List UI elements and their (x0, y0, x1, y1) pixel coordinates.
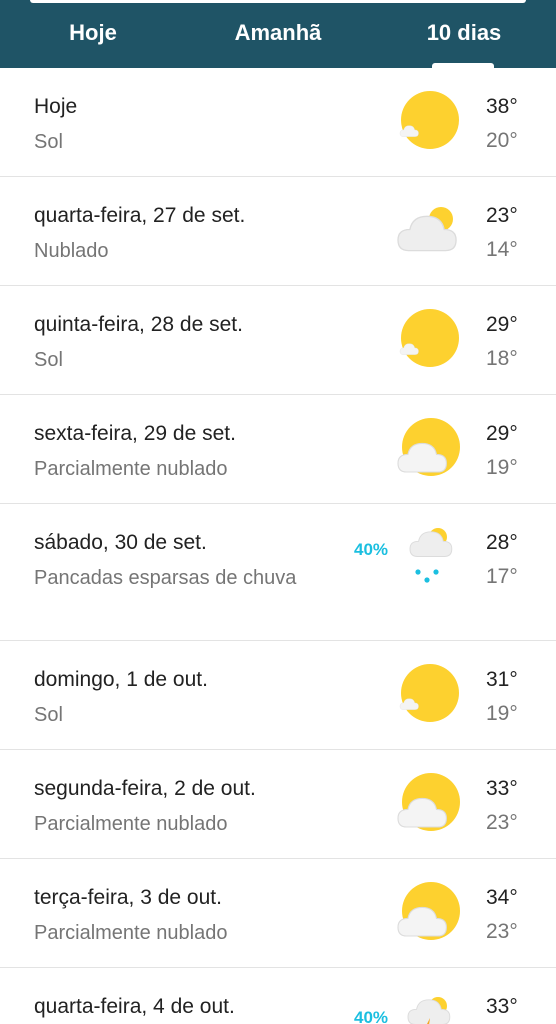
forecast-row[interactable]: terça-feira, 3 de out. Parcialmente nubla… (0, 859, 556, 968)
tab-hoje[interactable]: Hoje (48, 18, 138, 48)
high-temperature: 29° (486, 313, 518, 336)
high-temperature: 23° (486, 204, 518, 227)
high-temperature: 28° (486, 531, 518, 554)
low-temperature: 20° (486, 129, 518, 152)
forecast-row[interactable]: quarta-feira, 27 de set. Nublado 23° 14° (0, 177, 556, 286)
forecast-date: terça-feira, 3 de out. (34, 886, 222, 909)
cloudy-icon (394, 197, 464, 267)
forecast-date: segunda-feira, 2 de out. (34, 777, 256, 800)
forecast-condition: Sol (34, 704, 63, 726)
partly-cloudy-icon (394, 770, 464, 840)
forecast-row[interactable]: segunda-feira, 2 de out. Parcialmente nub… (0, 750, 556, 859)
top-edge (30, 0, 526, 3)
partly-cloudy-icon (394, 879, 464, 949)
high-temperature: 38° (486, 95, 518, 118)
thunderstorm-icon (394, 988, 464, 1024)
forecast-list: Hoje Sol 38° 20° quarta-feira, 27 de set. Nu… (0, 68, 556, 1024)
forecast-condition: Nublado (34, 240, 109, 262)
forecast-condition: Parcialmente nublado (34, 813, 228, 835)
low-temperature: 23° (486, 811, 518, 834)
low-temperature: 17° (486, 565, 518, 588)
forecast-date: quinta-feira, 28 de set. (34, 313, 243, 336)
partly-cloudy-icon (394, 415, 464, 485)
forecast-row[interactable]: Hoje Sol 38° 20° (0, 68, 556, 177)
forecast-date: sexta-feira, 29 de set. (34, 422, 236, 445)
tab-10-dias[interactable]: 10 dias (404, 18, 524, 48)
forecast-condition: Parcialmente nublado (34, 922, 228, 944)
sun-icon (394, 88, 464, 158)
forecast-date: quarta-feira, 27 de set. (34, 204, 246, 227)
forecast-date: quarta-feira, 4 de out. (34, 995, 235, 1018)
forecast-date: domingo, 1 de out. (34, 668, 208, 691)
low-temperature: 19° (486, 456, 518, 479)
sun-icon (394, 661, 464, 731)
forecast-date: sábado, 30 de set. (34, 531, 207, 554)
high-temperature: 34° (486, 886, 518, 909)
high-temperature: 33° (486, 995, 518, 1018)
forecast-condition: Parcialmente nublado (34, 458, 228, 480)
forecast-row[interactable]: sábado, 30 de set. Pancadas esparsas de c… (0, 504, 556, 641)
high-temperature: 31° (486, 668, 518, 691)
sun-icon (394, 306, 464, 376)
tab-bar: Hoje Amanhã 10 dias (0, 0, 556, 68)
precipitation-chance: 40% (354, 540, 389, 559)
low-temperature: 23° (486, 920, 518, 943)
forecast-condition: Sol (34, 131, 63, 153)
forecast-condition: Sol (34, 349, 63, 371)
forecast-row[interactable]: quinta-feira, 28 de set. Sol 29° 18° (0, 286, 556, 395)
forecast-row[interactable]: sexta-feira, 29 de set. Parcialmente nubl… (0, 395, 556, 504)
forecast-row[interactable]: quarta-feira, 4 de out. 40% 33° (0, 968, 556, 1024)
low-temperature: 19° (486, 702, 518, 725)
forecast-date: Hoje (34, 95, 78, 118)
rain-showers-icon (394, 524, 464, 594)
tab-amanha[interactable]: Amanhã (218, 18, 338, 48)
low-temperature: 14° (486, 238, 518, 261)
high-temperature: 29° (486, 422, 518, 445)
precipitation-chance: 40% (354, 1008, 389, 1024)
high-temperature: 33° (486, 777, 518, 800)
forecast-condition: Pancadas esparsas de chuva (34, 567, 297, 589)
forecast-row[interactable]: domingo, 1 de out. Sol 31° 19° (0, 641, 556, 750)
low-temperature: 18° (486, 347, 518, 370)
